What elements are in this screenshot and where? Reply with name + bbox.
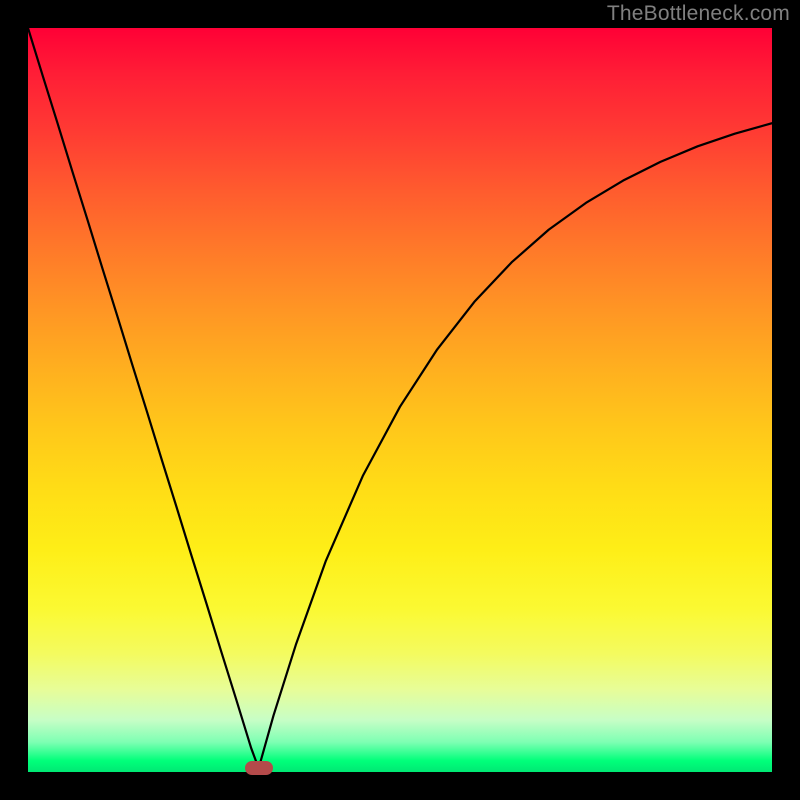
curve-left-branch (28, 28, 259, 768)
minimum-marker (245, 761, 273, 775)
watermark-text: TheBottleneck.com (607, 2, 790, 26)
chart-curve (28, 28, 772, 772)
chart-frame: TheBottleneck.com (0, 0, 800, 800)
chart-plot-area (28, 28, 772, 772)
curve-right-branch (259, 123, 772, 768)
